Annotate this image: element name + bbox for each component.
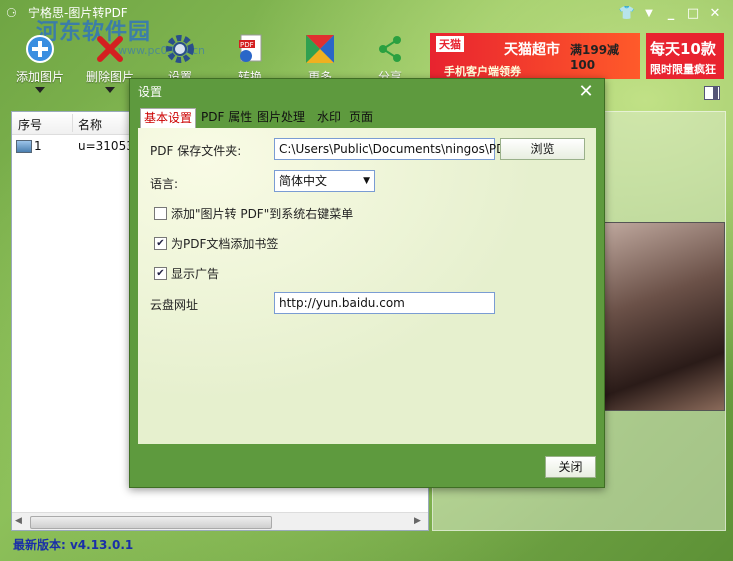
column-divider: [72, 114, 73, 132]
layout-toggle-icon[interactable]: [704, 86, 720, 100]
cloud-url-label: 云盘网址: [150, 298, 199, 312]
daily-deal-text: 每天10款: [650, 40, 716, 58]
save-folder-label: PDF 保存文件夹:: [150, 144, 242, 158]
pdf-convert-icon: PDF: [233, 32, 267, 66]
dialog-title: 设置: [138, 85, 163, 99]
language-label: 语言:: [150, 177, 179, 191]
bookmark-label: 为PDF文档添加书签: [171, 237, 279, 251]
context-menu-label: 添加"图片转 PDF"到系统右键菜单: [171, 207, 354, 221]
share-icon: [373, 32, 407, 66]
svg-text:PDF: PDF: [240, 41, 254, 49]
delete-dropdown-icon[interactable]: [105, 87, 115, 93]
daily-deal-ad-banner[interactable]: 每天10款 限时限量疯狂: [646, 33, 724, 79]
save-folder-input[interactable]: C:\Users\Public\Documents\ningos\PDF: [274, 138, 512, 160]
gear-icon: [163, 32, 197, 66]
tmall-ad-banner[interactable]: 天猫 天猫超市 满199减100 手机客户端领券: [430, 33, 640, 79]
cloud-url-input[interactable]: http://yun.baidu.com: [274, 292, 495, 314]
tab-watermark[interactable]: 水印: [314, 108, 344, 127]
add-dropdown-icon[interactable]: [35, 87, 45, 93]
show-ads-label: 显示广告: [171, 267, 220, 281]
bookmark-checkbox[interactable]: ✔: [154, 237, 167, 250]
close-button[interactable]: ✕: [706, 6, 724, 21]
scroll-right-arrow[interactable]: ▶: [414, 516, 421, 526]
skin-icon[interactable]: 👕: [618, 6, 636, 21]
chevron-down-icon: ▼: [363, 176, 370, 186]
maximize-button[interactable]: □: [684, 6, 702, 21]
language-select-value: 简体中文: [279, 174, 328, 188]
tab-pdf-properties[interactable]: PDF 属性: [198, 108, 255, 127]
tab-basic-settings[interactable]: 基本设置: [140, 108, 197, 128]
version-text[interactable]: 最新版本: v4.13.0.1: [13, 536, 133, 553]
row-index: 1: [34, 139, 42, 153]
app-logo-icon: ⚆: [6, 6, 17, 20]
show-ads-checkbox[interactable]: ✔: [154, 267, 167, 280]
more-icon: [303, 32, 337, 66]
promo-text: 满199减100: [570, 43, 620, 72]
scroll-left-arrow[interactable]: ◀: [15, 516, 22, 526]
menu-dropdown-icon[interactable]: ▼: [640, 8, 658, 19]
image-thumbnail-icon: [16, 140, 32, 153]
column-header-name[interactable]: 名称: [78, 116, 102, 133]
add-image-icon: [23, 32, 57, 66]
dialog-close-icon[interactable]: ✕: [576, 81, 596, 102]
delete-image-icon: [93, 32, 127, 66]
scrollbar-thumb[interactable]: [30, 516, 272, 529]
settings-dialog: 设置 ✕ 基本设置 PDF 属性 图片处理 水印 页面 PDF 保存文件夹: C…: [129, 78, 605, 488]
tab-page[interactable]: 页面: [346, 108, 376, 127]
tmall-market-text: 天猫超市: [504, 42, 560, 58]
dialog-body: PDF 保存文件夹: C:\Users\Public\Documents\nin…: [138, 128, 596, 444]
language-select[interactable]: 简体中文 ▼: [274, 170, 375, 192]
add-image-button[interactable]: 添加图片: [5, 30, 75, 94]
column-header-index[interactable]: 序号: [18, 116, 42, 133]
tmall-logo: 天猫: [436, 36, 464, 52]
row-name: u=31053: [78, 139, 134, 153]
daily-deal-sub-text: 限时限量疯狂: [650, 63, 716, 76]
add-image-label: 添加图片: [15, 70, 64, 84]
context-menu-checkbox[interactable]: [154, 207, 167, 220]
browse-button[interactable]: 浏览: [500, 138, 585, 160]
horizontal-scrollbar[interactable]: ◀ ▶: [12, 512, 428, 530]
tab-image-processing[interactable]: 图片处理: [254, 108, 308, 127]
dialog-close-button[interactable]: 关闭: [545, 456, 596, 478]
preview-image: [603, 222, 725, 411]
promo-sub-text: 手机客户端领券: [444, 65, 521, 78]
minimize-button[interactable]: _: [662, 6, 680, 21]
